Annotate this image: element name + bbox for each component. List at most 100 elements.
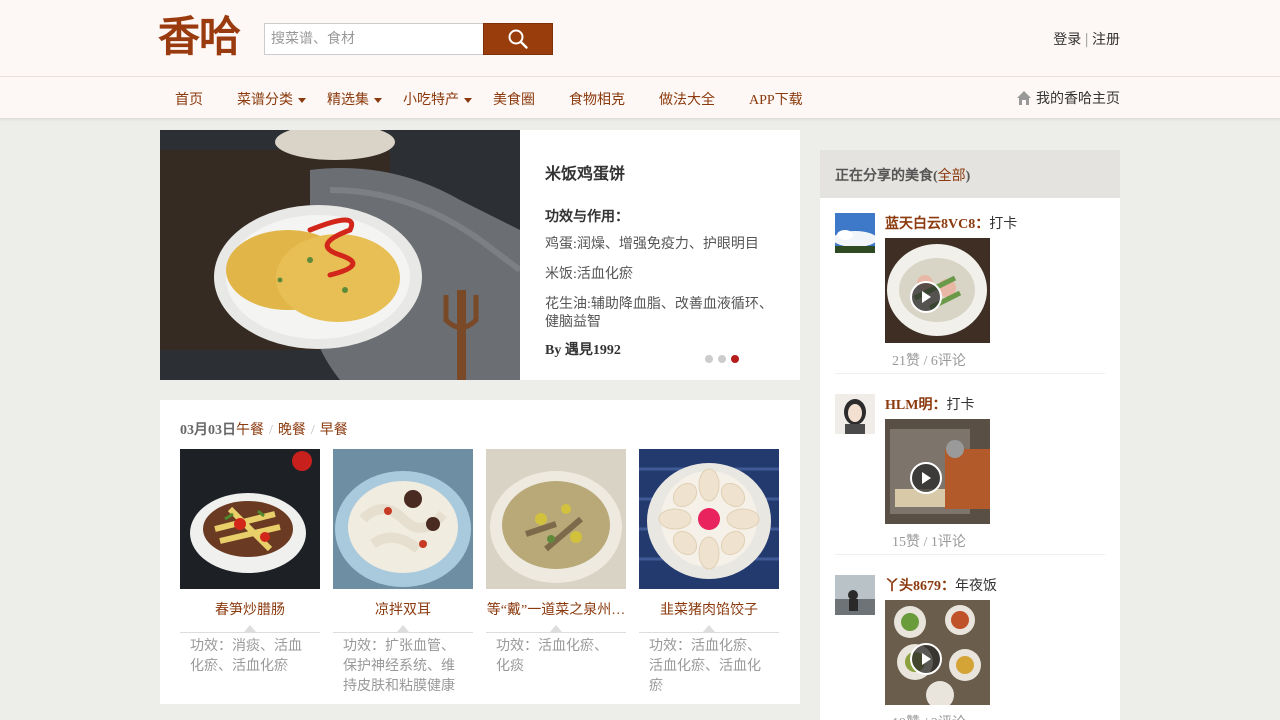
divider	[835, 554, 1105, 555]
card-divider	[180, 619, 320, 633]
share-username[interactable]: 蓝天白云8VC8：	[885, 217, 989, 232]
featured-recipe-info: 米饭鸡蛋饼 功效与作用： 鸡蛋:润燥、增强免疫力、护眼明目 米饭:活血化瘀 花生…	[545, 160, 780, 344]
nav-label: 做法大全	[659, 93, 715, 108]
recipe-card-image[interactable]	[639, 449, 779, 589]
nav-snacks[interactable]: 小吃特产	[403, 89, 472, 109]
featured-recipe-benefit: 花生油:辅助降血脂、改善血液循环、健脑益智	[545, 297, 773, 330]
login-link[interactable]: 登录	[1053, 32, 1081, 48]
nav-food-conflicts[interactable]: 食物相克	[569, 89, 625, 109]
recipe-card[interactable]: 春笋炒腊肠 功效：消痰、活血化瘀、活血化瘀	[180, 449, 320, 677]
featured-recipe-image[interactable]	[160, 130, 520, 380]
share-user-line: 蓝天白云8VC8：打卡	[885, 213, 1017, 233]
tab-dinner[interactable]: 晚餐	[278, 423, 306, 438]
recipe-card[interactable]: 韭菜猪肉馅饺子 功效：活血化瘀、活血化瘀、活血化瘀	[639, 449, 779, 697]
carousel-dot[interactable]	[718, 355, 726, 363]
share-user-line: 丫头8679：年夜饭	[885, 575, 997, 595]
nav-label: APP下载	[749, 93, 803, 108]
recipe-card-effect: 功效：扩张血管、保护神经系统、维持皮肤和粘膜健康	[343, 639, 455, 694]
share-username[interactable]: 丫头8679：	[885, 579, 955, 594]
register-link[interactable]: 注册	[1092, 32, 1120, 48]
search-icon	[508, 29, 528, 49]
nav-label: 食物相克	[569, 93, 625, 108]
card-divider	[639, 619, 779, 633]
share-stats: 15赞 / 1评论	[892, 535, 966, 550]
nav-label: 首页	[175, 93, 203, 108]
nav-home[interactable]: 首页	[175, 89, 203, 109]
nav-collections[interactable]: 精选集	[327, 89, 382, 109]
recipe-card-image[interactable]	[486, 449, 626, 589]
recipe-card-title[interactable]: 韭菜猪肉馅饺子	[639, 599, 779, 619]
featured-recipe-benefit: 鸡蛋:润燥、增强免疫力、护眼明目	[545, 237, 759, 252]
recipe-card-image[interactable]	[333, 449, 473, 589]
recipe-card[interactable]: 等“戴”一道菜之泉州… 功效：活血化瘀、化痰	[486, 449, 626, 677]
recipe-card-image[interactable]	[180, 449, 320, 589]
pointer-icon	[703, 625, 715, 632]
meal-tabs: 03月03日午餐 / 晚餐 / 早餐	[180, 419, 348, 439]
nav-label: 小吃特产	[403, 93, 459, 108]
divider	[835, 373, 1105, 374]
carousel-dot[interactable]	[705, 355, 713, 363]
sharing-feed-title: 正在分享的美食(	[835, 169, 938, 184]
sharing-feed-header: 正在分享的美食(全部)	[820, 150, 1120, 198]
pointer-icon	[550, 625, 562, 632]
view-all-link[interactable]: 全部	[938, 169, 966, 184]
my-home-link[interactable]: 我的香哈主页	[1016, 88, 1120, 108]
daily-meals-panel: 03月03日午餐 / 晚餐 / 早餐 春笋炒腊肠 功效：消痰、活血化瘀、活血化瘀	[160, 400, 800, 704]
play-icon[interactable]	[910, 462, 942, 494]
nav-app-download[interactable]: APP下载	[749, 89, 803, 109]
featured-recipe-subtitle: 功效与作用：	[545, 210, 629, 225]
featured-recipe-author[interactable]: By 遇見1992	[545, 339, 621, 359]
tab-breakfast[interactable]: 早餐	[320, 423, 348, 438]
recipe-card-title[interactable]: 等“戴”一道菜之泉州…	[486, 599, 626, 619]
site-header: 香哈 登录|注册	[0, 0, 1280, 77]
recipe-card-title[interactable]: 凉拌双耳	[333, 599, 473, 619]
nav-label: 美食圈	[493, 93, 535, 108]
play-icon[interactable]	[910, 643, 942, 675]
featured-recipe-title[interactable]: 米饭鸡蛋饼	[545, 160, 780, 184]
nav-label: 精选集	[327, 93, 369, 108]
search-button[interactable]	[483, 23, 553, 55]
share-username[interactable]: HLM明：	[885, 398, 946, 413]
share-stats: 19赞 / 2评论	[892, 712, 966, 720]
avatar[interactable]	[835, 394, 875, 434]
sharing-feed: 正在分享的美食(全部) 蓝天白云8VC8：打卡 21赞 / 6评论 HLM明：打…	[820, 150, 1120, 720]
meal-slash: /	[310, 423, 315, 438]
featured-recipe-benefit: 米饭:活血化瘀	[545, 267, 633, 282]
nav-food-circle[interactable]: 美食圈	[493, 89, 535, 109]
card-divider	[486, 619, 626, 633]
carousel-dot-active[interactable]	[731, 355, 739, 363]
recipe-card-effect: 功效：活血化瘀、化痰	[496, 639, 608, 674]
sharing-feed-title-end: )	[965, 169, 971, 184]
recipe-card[interactable]: 凉拌双耳 功效：扩张血管、保护神经系统、维持皮肤和粘膜健康	[333, 449, 473, 697]
caret-down-icon	[464, 98, 472, 104]
my-home-label: 我的香哈主页	[1036, 92, 1120, 107]
recipe-cards: 春笋炒腊肠 功效：消痰、活血化瘀、活血化瘀 凉拌双耳 功效：扩张血管、保护神经系…	[180, 449, 780, 699]
site-logo[interactable]: 香哈	[158, 12, 241, 62]
avatar[interactable]	[835, 213, 875, 253]
pointer-icon	[397, 625, 409, 632]
share-text: 打卡	[989, 217, 1018, 232]
share-text: 年夜饭	[955, 579, 997, 594]
recipe-card-effect: 功效：消痰、活血化瘀、活血化瘀	[190, 639, 302, 674]
caret-down-icon	[298, 98, 306, 104]
share-text: 打卡	[946, 398, 975, 413]
nav-cooking-methods[interactable]: 做法大全	[659, 89, 715, 109]
auth-separator: |	[1084, 32, 1089, 48]
card-divider	[333, 619, 473, 633]
recipe-card-title[interactable]: 春笋炒腊肠	[180, 599, 320, 619]
search-input[interactable]	[264, 23, 484, 55]
share-stats: 21赞 / 6评论	[892, 354, 966, 369]
play-icon[interactable]	[910, 281, 942, 313]
recipe-card-effect: 功效：活血化瘀、活血化瘀、活血化瘀	[649, 639, 761, 694]
caret-down-icon	[374, 98, 382, 104]
carousel-dots	[705, 355, 739, 363]
nav-label: 菜谱分类	[237, 93, 293, 108]
auth-links: 登录 | 注册	[1053, 29, 1120, 49]
share-user-line: HLM明：打卡	[885, 394, 974, 414]
tab-lunch[interactable]: 午餐	[236, 423, 264, 438]
avatar[interactable]	[835, 575, 875, 615]
meal-slash: /	[269, 423, 273, 438]
featured-recipe: 米饭鸡蛋饼 功效与作用： 鸡蛋:润燥、增强免疫力、护眼明目 米饭:活血化瘀 花生…	[160, 130, 800, 380]
nav-recipe-category[interactable]: 菜谱分类	[237, 89, 306, 109]
meal-date: 03月03日	[180, 423, 236, 438]
